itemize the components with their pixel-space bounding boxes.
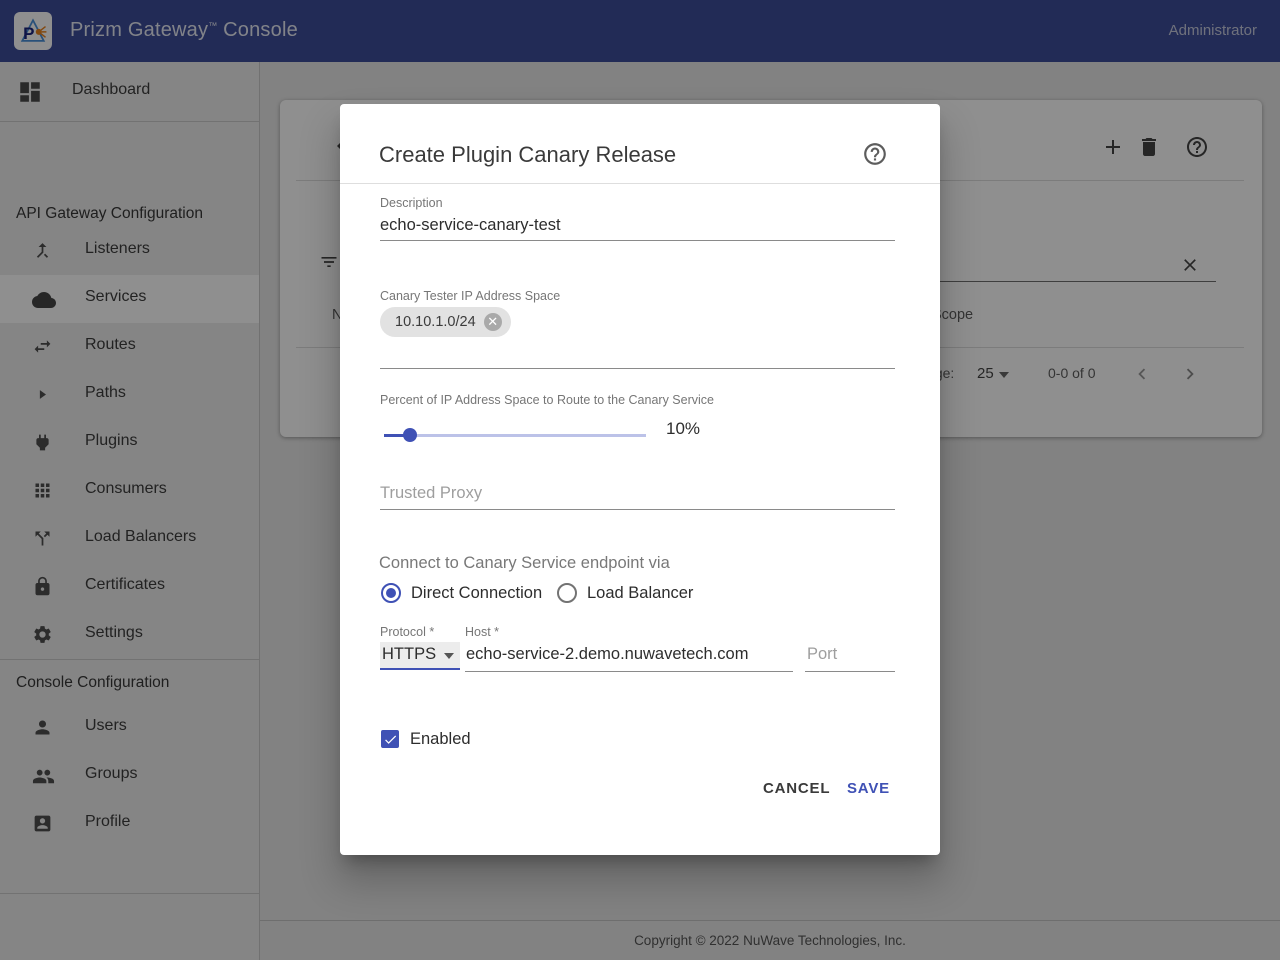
enabled-checkbox[interactable]	[381, 730, 399, 748]
trusted-proxy-input[interactable]: Trusted Proxy	[380, 484, 482, 503]
port-underline	[805, 671, 895, 672]
app-root: P Prizm Gateway™ Console Administrator D…	[0, 0, 1280, 960]
protocol-select[interactable]: HTTPS	[380, 642, 460, 670]
host-input[interactable]: echo-service-2.demo.nuwavetech.com	[466, 645, 748, 664]
dialog-title: Create Plugin Canary Release	[379, 142, 676, 168]
slider-track[interactable]	[384, 434, 646, 437]
connect-via-label: Connect to Canary Service endpoint via	[379, 554, 670, 573]
protocol-value: HTTPS	[382, 645, 436, 664]
ip-space-underline[interactable]	[380, 368, 895, 369]
port-input[interactable]: Port	[807, 645, 837, 664]
radio-direct-connection[interactable]	[381, 583, 401, 603]
host-underline	[465, 671, 793, 672]
percent-label: Percent of IP Address Space to Route to …	[380, 393, 714, 407]
protocol-label: Protocol *	[380, 625, 434, 639]
description-underline	[380, 240, 895, 241]
trusted-proxy-underline	[380, 509, 895, 510]
radio-load-balancer-label[interactable]: Load Balancer	[587, 584, 693, 603]
create-canary-dialog: Create Plugin Canary Release Description…	[340, 104, 940, 855]
chip-remove-icon[interactable]: ✕	[484, 313, 502, 331]
radio-load-balancer[interactable]	[557, 583, 577, 603]
radio-direct-connection-label[interactable]: Direct Connection	[411, 584, 542, 603]
description-label: Description	[380, 196, 443, 210]
ip-space-chip-value: 10.10.1.0/24	[395, 314, 476, 330]
ip-space-label: Canary Tester IP Address Space	[380, 289, 560, 303]
slider-thumb[interactable]	[403, 428, 417, 442]
host-label: Host *	[465, 625, 499, 639]
save-button[interactable]: SAVE	[847, 780, 890, 797]
ip-space-chip[interactable]: 10.10.1.0/24 ✕	[380, 307, 511, 337]
dialog-title-divider	[340, 183, 940, 184]
chevron-down-icon	[444, 653, 454, 659]
cancel-button[interactable]: CANCEL	[763, 780, 830, 797]
percent-slider[interactable]	[384, 425, 646, 445]
dialog-help-icon[interactable]	[862, 141, 888, 170]
percent-value: 10%	[666, 419, 700, 439]
description-input[interactable]: echo-service-canary-test	[380, 216, 561, 235]
enabled-label[interactable]: Enabled	[410, 730, 471, 749]
